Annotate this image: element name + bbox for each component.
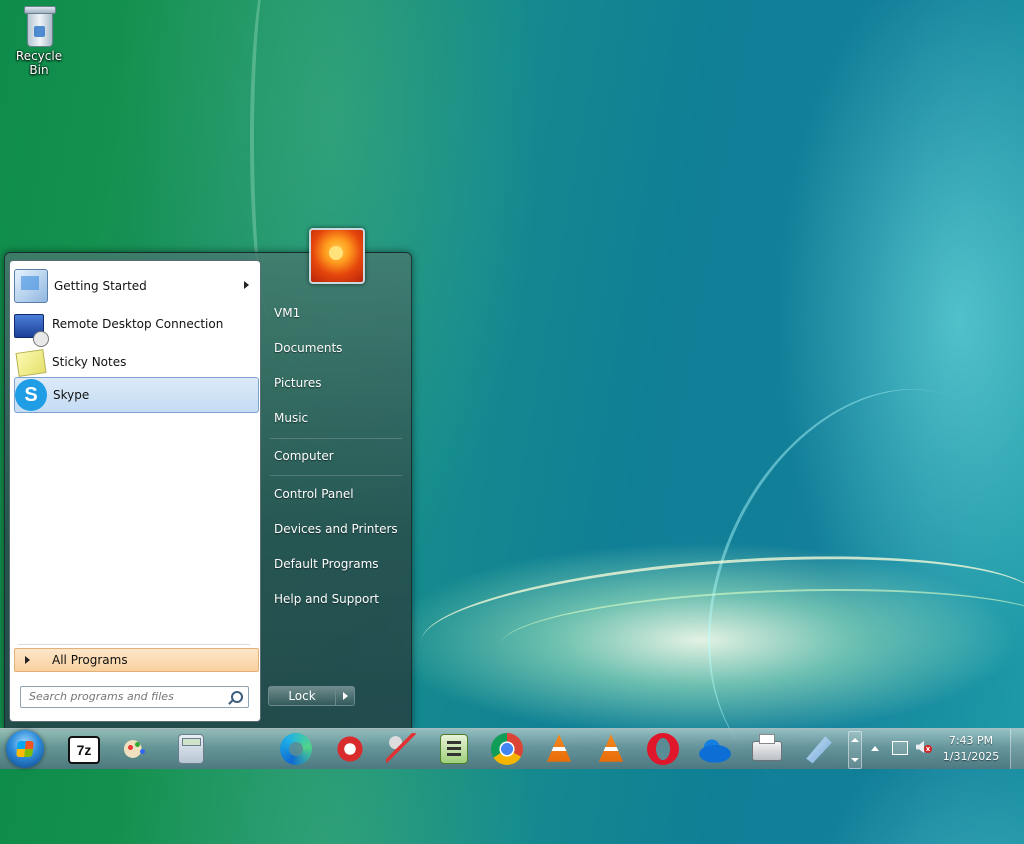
paint-icon[interactable] [120, 733, 152, 765]
taskbar: 7z x 7:43 PM 1/31/2025 [0, 728, 1024, 769]
chrome-icon[interactable] [491, 733, 523, 765]
user-picture[interactable] [309, 228, 365, 284]
clock-time: 7:43 PM [948, 734, 994, 747]
link-computer[interactable]: Computer [274, 449, 334, 463]
vlc-icon[interactable] [546, 734, 572, 762]
notepad-plus-plus-icon[interactable] [440, 734, 468, 764]
clock-date: 1/31/2025 [942, 750, 1000, 763]
program-label: Remote Desktop Connection [52, 317, 224, 331]
link-default-programs[interactable]: Default Programs [274, 557, 379, 571]
7zip-icon[interactable]: 7z [68, 736, 100, 764]
remote-desktop-icon-wrap [14, 308, 49, 347]
link-user-folder[interactable]: VM1 [274, 306, 300, 320]
onedrive-icon[interactable] [699, 733, 731, 765]
snipping-tool-icon[interactable] [386, 733, 418, 765]
skype-icon: S [15, 379, 47, 411]
link-devices-and-printers[interactable]: Devices and Printers [274, 522, 398, 536]
lock-button[interactable]: Lock [268, 686, 336, 706]
all-programs-button[interactable]: All Programs [14, 648, 259, 672]
desktop-icon-label: Recycle Bin [15, 49, 63, 77]
show-hidden-icons-button[interactable] [871, 746, 879, 751]
desktop-icon-recycle-bin[interactable]: Recycle Bin [6, 6, 72, 77]
tool-icon[interactable] [806, 736, 832, 764]
divider [18, 644, 250, 645]
link-help-and-support[interactable]: Help and Support [274, 592, 379, 606]
all-programs-label: All Programs [52, 653, 128, 667]
link-control-panel[interactable]: Control Panel [274, 487, 354, 501]
clock[interactable]: 7:43 PM 1/31/2025 [940, 733, 1002, 765]
wallpaper-streak [498, 580, 1024, 692]
lock-split-button: Lock [268, 686, 356, 706]
program-skype[interactable]: S Skype [14, 377, 259, 413]
program-sticky-notes[interactable]: Sticky Notes [14, 345, 257, 379]
submenu-arrow-icon [244, 281, 249, 289]
arrow-right-icon [25, 656, 30, 664]
shutdown-options-button[interactable] [336, 686, 355, 706]
vlc-icon-2[interactable] [598, 734, 624, 762]
programs-pane: Getting Started Remote Desktop Connectio… [9, 260, 261, 722]
search-input[interactable]: Search programs and files [20, 686, 249, 708]
recycle-bin-icon [23, 6, 56, 47]
sticky-notes-icon [15, 349, 47, 377]
divider [270, 475, 402, 476]
program-getting-started[interactable]: Getting Started [14, 269, 257, 303]
ccleaner-icon[interactable] [334, 733, 366, 765]
start-button[interactable] [6, 730, 44, 768]
program-label: Skype [53, 388, 90, 402]
program-remote-desktop-connection[interactable]: Remote Desktop Connection [14, 307, 257, 347]
edge-icon[interactable] [280, 733, 312, 765]
search-placeholder: Search programs and files [29, 690, 174, 703]
link-documents[interactable]: Documents [274, 341, 342, 355]
sticky-notes-icon-wrap [14, 346, 47, 378]
start-menu: Getting Started Remote Desktop Connectio… [4, 228, 412, 730]
opera-icon[interactable] [647, 733, 679, 765]
taskbar-scroll-button[interactable] [848, 731, 862, 769]
network-icon[interactable] [892, 741, 908, 755]
muted-badge-icon: x [924, 745, 932, 753]
program-label: Getting Started [54, 279, 147, 293]
getting-started-icon [14, 269, 48, 303]
volume-icon[interactable] [916, 741, 924, 753]
wallpaper-streak [416, 538, 1024, 705]
program-label: Sticky Notes [52, 355, 127, 369]
printer-icon[interactable] [752, 734, 782, 761]
search-icon[interactable] [231, 691, 243, 703]
link-music[interactable]: Music [274, 411, 308, 425]
remote-desktop-icon [14, 314, 49, 347]
link-pictures[interactable]: Pictures [274, 376, 322, 390]
calculator-icon[interactable] [178, 734, 204, 764]
divider [270, 438, 402, 439]
show-desktop-button[interactable] [1010, 729, 1024, 769]
